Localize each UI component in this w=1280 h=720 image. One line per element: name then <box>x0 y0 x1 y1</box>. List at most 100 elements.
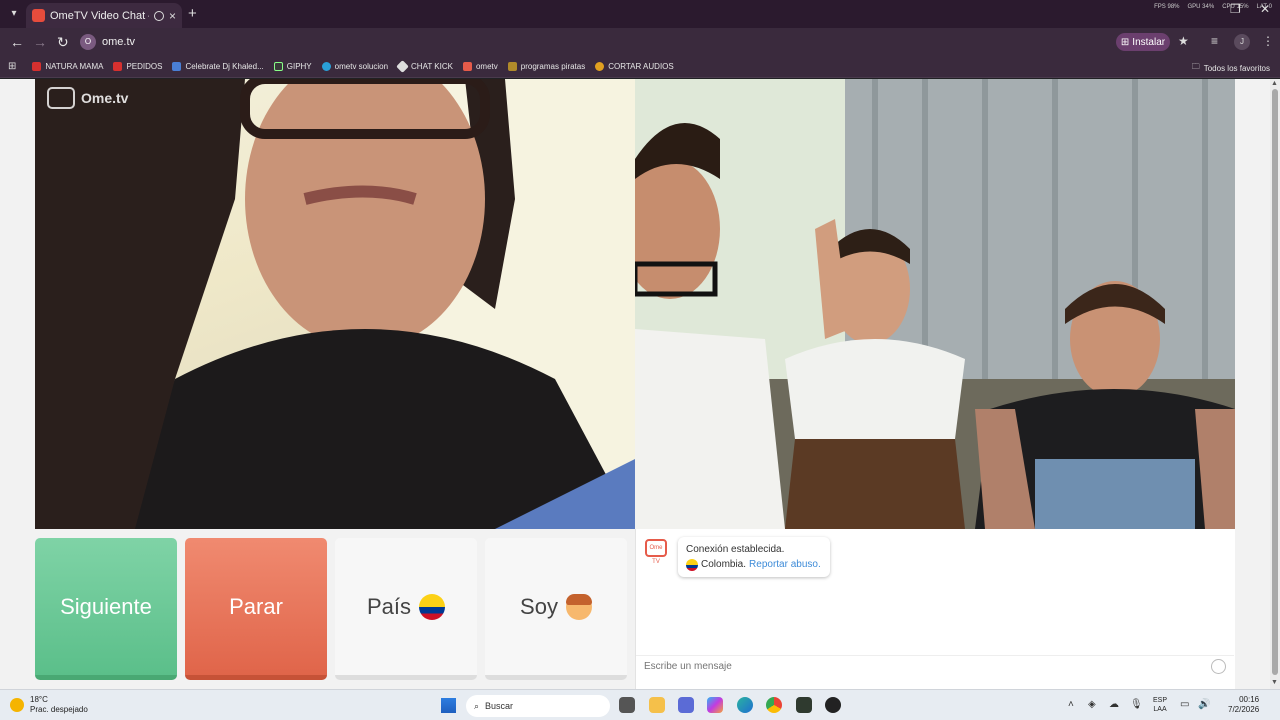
bookmark-favicon-icon <box>595 62 605 71</box>
search-label: Buscar <box>485 701 514 711</box>
bookmark-programas-piratas[interactable]: programas piratas <box>507 62 585 71</box>
reload-icon[interactable]: ↻ <box>57 34 69 51</box>
stop-label: Parar <box>229 593 283 619</box>
bookmark-favicon-icon <box>113 62 123 71</box>
bookmark-natura-mama[interactable]: NATURA MAMA <box>32 62 103 71</box>
bookmark-ometv[interactable]: ometv <box>462 62 498 71</box>
folder-icon: 🗀 <box>1191 62 1200 71</box>
tray-cloud-icon[interactable]: ☁ <box>1109 699 1119 710</box>
bookmarks-bar: ⊞ NATURA MAMA PEDIDOS Celebrate Dj Khale… <box>0 56 1280 78</box>
stat-gpu: GPU 34% <box>1187 4 1215 10</box>
stop-button[interactable]: Parar <box>185 538 327 680</box>
next-button[interactable]: Siguiente <box>35 538 177 680</box>
country-label: País <box>366 593 412 619</box>
windows-taskbar: 18°C Prac. despejado ⌕ Buscar ˄ ◈ ☁ 🎙 ES… <box>0 689 1280 720</box>
bookmark-celebrate[interactable]: Celebrate Dj Khaled... <box>172 62 264 71</box>
page-scrollbar[interactable]: ▲ ▼ <box>1270 79 1280 689</box>
ometv-page: Ome.tv Siguiente Parar País Soy Ome TV C… <box>0 79 1270 689</box>
weather-widget[interactable]: 18°C Prac. despejado <box>10 695 88 715</box>
weather-temp: 18°C <box>30 695 48 704</box>
tab-close-button[interactable]: × <box>169 9 176 23</box>
logo-text: Ome.tv <box>81 90 129 106</box>
file-explorer-icon[interactable] <box>649 697 665 713</box>
chrome-icon[interactable] <box>766 697 782 713</box>
taskbar-clock[interactable]: 00:16 7/2/2026 <box>1228 695 1259 715</box>
taskbar-search[interactable]: ⌕ Buscar <box>466 695 610 717</box>
install-app-button[interactable]: ⊞ Instalar <box>1116 33 1170 51</box>
message-input[interactable] <box>644 661 1184 672</box>
bookmark-favicon-icon <box>507 62 517 71</box>
install-label: Instalar <box>1132 36 1166 48</box>
colombia-flag-icon <box>419 593 446 620</box>
report-abuse-link[interactable]: Reportar abuso. <box>749 557 821 572</box>
task-view-icon[interactable] <box>619 697 635 713</box>
bookmark-pedidos[interactable]: PEDIDOS <box>113 62 162 71</box>
tab-search-chevron-icon[interactable]: ▾ <box>6 6 22 22</box>
partner-country-text: Colombia. <box>701 559 747 570</box>
search-icon: ⌕ <box>474 700 480 711</box>
bookmark-favicon-icon <box>32 62 42 71</box>
site-info-icon[interactable]: O <box>80 34 96 50</box>
microphone-icon[interactable]: 🎙 <box>1130 699 1143 710</box>
edge-icon[interactable] <box>737 697 753 713</box>
all-bookmarks-folder[interactable]: 🗀 Todos los favoritos <box>1192 61 1270 75</box>
volume-icon[interactable]: 🔊 <box>1198 699 1210 710</box>
system-message-bubble: Conexión establecida. Colombia. Reportar… <box>678 537 830 577</box>
close-window-icon[interactable]: ✕ <box>1260 2 1270 16</box>
country-select-button[interactable]: País <box>335 538 477 680</box>
bookmark-star-icon[interactable]: ★ <box>1178 34 1189 48</box>
local-video: Ome.tv <box>35 79 635 529</box>
tv-logo-icon <box>47 87 75 109</box>
bookmark-favicon-icon <box>396 60 409 73</box>
weather-desc: Prac. despejado <box>30 705 88 714</box>
copilot-icon[interactable] <box>707 697 723 713</box>
video-frame-right <box>635 79 1235 529</box>
recording-icon <box>153 10 164 21</box>
next-label: Siguiente <box>60 593 152 619</box>
tab-title: OmeTV Video Chat — Ome <box>50 9 149 22</box>
bookmark-favicon-icon <box>321 62 331 71</box>
kebab-menu-icon[interactable]: ⋮ <box>1262 34 1274 48</box>
clock-date: 7/2/2026 <box>1228 705 1260 714</box>
tab-strip: ▾ OmeTV Video Chat — Ome × + FPS 98% GPU… <box>0 0 1280 28</box>
emoji-icon[interactable] <box>1211 659 1226 674</box>
bookmark-favicon-icon <box>172 62 182 71</box>
new-tab-button[interactable]: + <box>188 5 197 22</box>
apps-grid-icon[interactable]: ⊞ <box>8 61 16 72</box>
network-icon[interactable]: ▭ <box>1180 699 1189 710</box>
ometv-favicon-icon <box>32 9 45 22</box>
bookmark-ometv-solucion[interactable]: ometv solucion <box>321 62 388 71</box>
tray-chevron-icon[interactable]: ˄ <box>1068 699 1074 710</box>
ometv-logo: Ome.tv <box>47 87 128 109</box>
address-bar[interactable]: O ome.tv <box>80 31 1176 53</box>
chat-panel: Ome TV Conexión establecida. Colombia. R… <box>635 529 1235 689</box>
gender-select-button[interactable]: Soy <box>485 538 627 680</box>
tab-ometv[interactable]: OmeTV Video Chat — Ome × <box>26 3 182 28</box>
forward-arrow-icon[interactable]: → <box>33 34 47 50</box>
language-indicator[interactable]: ESP LAA <box>1153 696 1167 714</box>
partner-video <box>635 79 1235 529</box>
restore-window-icon[interactable]: ❐ <box>1230 2 1241 16</box>
bookmark-chat-kick[interactable]: CHAT KICK <box>396 60 453 73</box>
message-input-row <box>636 655 1234 677</box>
ometv-avatar-icon: Ome TV <box>645 539 667 565</box>
install-icon: ⊞ <box>1120 36 1130 48</box>
connection-status-text: Conexión establecida. <box>686 544 785 555</box>
browser-toolbar: ← → ↻ O ome.tv ⊞ Instalar ★ ≡ J ⋮ <box>0 28 1280 56</box>
profile-avatar[interactable]: J <box>1234 34 1250 50</box>
scroll-down-arrow-icon[interactable]: ▼ <box>1271 679 1278 686</box>
teams-icon[interactable] <box>678 697 694 713</box>
scrollbar-thumb[interactable] <box>1272 89 1278 675</box>
app-icon[interactable] <box>825 697 841 713</box>
system-stats-overlay: FPS 98% GPU 34% CPU 15% LAT 0 <box>1154 4 1272 10</box>
bookmark-giphy[interactable]: GIPHY <box>273 62 312 71</box>
tray-app-icon[interactable]: ◈ <box>1088 699 1096 710</box>
windows-start-icon[interactable] <box>441 698 456 713</box>
boy-face-icon <box>565 593 592 620</box>
scroll-up-arrow-icon[interactable]: ▲ <box>1271 80 1278 87</box>
bookmark-cortar-audios[interactable]: CORTAR AUDIOS <box>595 62 674 71</box>
capcut-icon[interactable] <box>796 697 812 713</box>
back-arrow-icon[interactable]: ← <box>10 34 24 50</box>
media-controls-icon[interactable]: ≡ <box>1211 34 1218 48</box>
address-url[interactable]: ome.tv <box>102 36 135 48</box>
